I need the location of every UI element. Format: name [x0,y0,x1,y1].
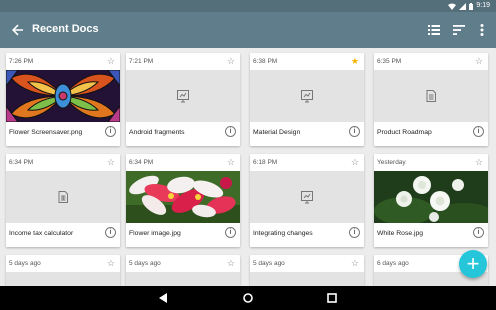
card-thumbnail [250,272,364,286]
card-header: 6:34 PM ☆ [126,154,240,171]
card-name: Integrating changes [253,230,313,237]
card-header: 7:21 PM ☆ [126,53,240,70]
signal-icon [459,2,467,10]
doc-card[interactable]: 5 days ago ☆ [250,255,364,286]
card-header: 6:35 PM ☆ [374,53,488,70]
card-thumbnail [126,272,240,286]
status-time: 9:19 [476,2,490,9]
card-time: 6:35 PM [377,58,402,65]
doc-card[interactable]: 6:34 PM ☆ Flower image.jpg i [126,154,240,247]
info-icon[interactable]: i [105,126,116,137]
app-bar: Recent Docs [0,12,496,48]
info-icon[interactable]: i [349,227,360,238]
card-thumbnail [374,70,488,122]
card-time: 7:26 PM [9,58,34,65]
presentation-icon [301,90,313,103]
star-icon[interactable]: ☆ [351,258,359,268]
card-thumbnail [6,272,120,286]
doc-card[interactable]: 6:38 PM ★ Material Design i [250,53,364,146]
card-header: Yesterday ☆ [374,154,488,171]
card-name: Android fragments [129,129,185,136]
doc-card[interactable]: 5 days ago ☆ [126,255,240,286]
card-name: White Rose.jpg [377,230,424,237]
card-time: Yesterday [377,159,406,166]
card-header: 5 days ago ☆ [250,255,364,272]
battery-icon [469,2,474,10]
doc-card[interactable]: 7:26 PM ☆ Flower Screensaver.png i [6,53,120,146]
card-time: 6 days ago [377,260,409,267]
info-icon[interactable]: i [105,227,116,238]
stained-glass-image [6,70,120,122]
card-name: Flower image.jpg [129,230,181,237]
sort-icon[interactable] [451,22,467,38]
card-thumbnail [126,70,240,122]
doc-card[interactable]: 6:34 PM ☆ Income tax calculator i [6,154,120,247]
card-header: 6:18 PM ☆ [250,154,364,171]
doc-card[interactable]: 5 days ago ☆ [6,255,120,286]
add-button[interactable]: + [459,250,487,278]
card-time: 5 days ago [9,260,41,267]
document-icon [426,90,436,102]
info-icon[interactable]: i [225,126,236,137]
wifi-icon [448,3,457,10]
card-header: 7:26 PM ☆ [6,53,120,70]
card-time: 5 days ago [253,260,285,267]
doc-card[interactable]: 7:21 PM ☆ Android fragments i [126,53,240,146]
card-name: Income tax calculator [9,230,74,237]
presentation-icon [177,90,189,103]
card-name: Flower Screensaver.png [9,129,83,136]
doc-card[interactable]: Yesterday ☆ White Rose.jpg i [374,154,488,247]
card-time: 6:18 PM [253,159,278,166]
star-icon[interactable]: ☆ [107,258,115,268]
card-thumbnail [250,70,364,122]
list-view-icon[interactable] [426,22,442,38]
card-name: Product Roadmap [377,129,432,136]
card-time: 7:21 PM [129,58,154,65]
presentation-icon [301,191,313,204]
card-header: 5 days ago ☆ [126,255,240,272]
star-icon[interactable]: ☆ [227,258,235,268]
card-thumbnail [250,171,364,223]
lily-flower-image [126,171,240,223]
home-icon[interactable] [242,292,254,304]
status-icons: 9:19 [448,2,490,10]
card-time: 6:38 PM [253,58,278,65]
white-rose-image [374,171,488,223]
page-title: Recent Docs [32,23,99,35]
star-icon[interactable]: ☆ [107,157,115,167]
card-header: 5 days ago ☆ [6,255,120,272]
star-icon[interactable]: ☆ [351,157,359,167]
star-icon[interactable]: ☆ [475,157,483,167]
card-name: Material Design [253,129,301,136]
card-time: 5 days ago [129,260,161,267]
info-icon[interactable]: i [225,227,236,238]
star-icon[interactable]: ☆ [107,56,115,66]
star-icon[interactable]: ☆ [227,56,235,66]
info-icon[interactable]: i [473,227,484,238]
add-icon: + [466,251,480,276]
spreadsheet-icon [58,191,68,203]
info-icon[interactable]: i [473,126,484,137]
star-icon[interactable]: ☆ [227,157,235,167]
card-header: 6:38 PM ★ [250,53,364,70]
card-time: 6:34 PM [129,159,154,166]
doc-card[interactable]: 6:35 PM ☆ Product Roadmap i [374,53,488,146]
navigation-bar [0,286,496,310]
more-options-icon[interactable] [474,22,490,38]
card-thumbnail [6,171,120,223]
back-icon[interactable] [157,292,169,304]
back-arrow-icon[interactable] [10,22,26,38]
doc-card[interactable]: 6:18 PM ☆ Integrating changes i [250,154,364,247]
star-icon[interactable]: ★ [351,56,359,66]
card-header: 6:34 PM ☆ [6,154,120,171]
recents-icon[interactable] [326,292,338,304]
status-bar: 9:19 [0,0,496,12]
star-icon[interactable]: ☆ [475,56,483,66]
card-time: 6:34 PM [9,159,34,166]
info-icon[interactable]: i [349,126,360,137]
